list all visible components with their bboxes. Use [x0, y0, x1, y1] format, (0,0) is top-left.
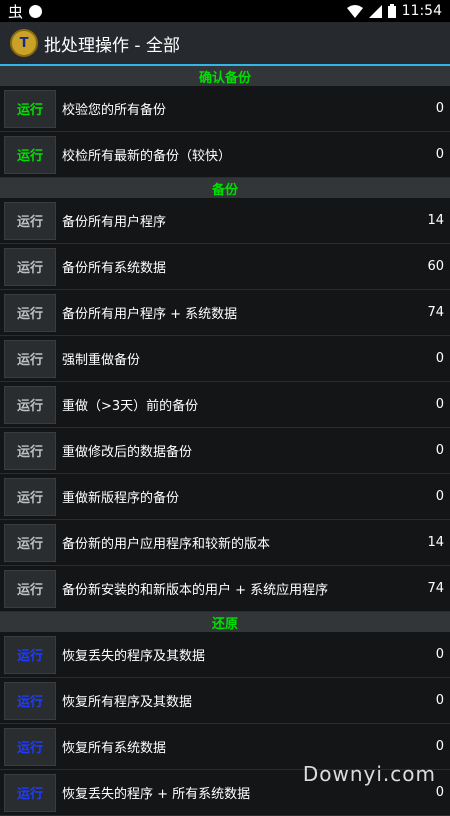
batch-row-count: 74 — [427, 581, 444, 596]
run-button[interactable]: 运行 — [4, 523, 56, 562]
batch-row-count: 0 — [435, 147, 444, 162]
batch-row-count: 0 — [435, 101, 444, 116]
run-button[interactable]: 运行 — [4, 431, 56, 470]
batch-row-count: 14 — [427, 213, 444, 228]
batch-row-label: 重做修改后的数据备份 — [62, 445, 193, 460]
wifi-icon — [346, 4, 363, 18]
run-button[interactable]: 运行 — [4, 89, 56, 128]
run-button[interactable]: 运行 — [4, 293, 56, 332]
batch-row[interactable]: 运行 校检所有最新的备份（较快） 0 — [0, 132, 450, 178]
batch-list: 确认备份 运行 校验您的所有备份 0 运行 校检所有最新的备份（较快） 0 备份 运行 备份所有用… — [0, 66, 450, 816]
run-button[interactable]: 运行 — [4, 201, 56, 240]
status-right: 11:54 — [346, 3, 442, 19]
status-time: 11:54 — [401, 3, 442, 19]
batch-row-count: 0 — [435, 443, 444, 458]
battery-icon — [387, 4, 396, 18]
batch-row-label: 重做新版程序的备份 — [62, 491, 180, 506]
run-button[interactable]: 运行 — [4, 477, 56, 516]
batch-row[interactable]: 运行 重做（>3天）前的备份 0 — [0, 382, 450, 428]
batch-row[interactable]: 运行 备份所有系统数据 60 — [0, 244, 450, 290]
section-header: 确认备份 — [0, 66, 450, 86]
batch-row-count: 14 — [427, 535, 444, 550]
batch-row-count: 0 — [435, 397, 444, 412]
batch-row[interactable]: 运行 恢复所有程序及其数据 0 — [0, 678, 450, 724]
batch-row-count: 0 — [435, 785, 444, 800]
batch-row[interactable]: 运行 恢复丢失的程序及其数据 0 — [0, 632, 450, 678]
batch-row-label: 备份所有用户程序 + 系统数据 — [62, 307, 238, 322]
batch-row-label: 恢复所有程序及其数据 — [62, 695, 193, 710]
batch-row-label: 校验您的所有备份 — [62, 103, 167, 118]
run-button[interactable]: 运行 — [4, 385, 56, 424]
section-header: 备份 — [0, 178, 450, 198]
run-button[interactable]: 运行 — [4, 247, 56, 286]
batch-row[interactable]: 运行 校验您的所有备份 0 — [0, 86, 450, 132]
run-button[interactable]: 运行 — [4, 773, 56, 812]
batch-row-count: 0 — [435, 647, 444, 662]
section-header: 还原 — [0, 612, 450, 632]
batch-row[interactable]: 运行 备份新安装的和新版本的用户 + 系统应用程序 74 — [0, 566, 450, 612]
status-left: 虫 — [8, 1, 43, 22]
batch-row-count: 74 — [427, 305, 444, 320]
bug-icon: 虫 — [8, 2, 24, 21]
batch-row-count: 0 — [435, 489, 444, 504]
batch-row-count: 60 — [427, 259, 444, 274]
run-button[interactable]: 运行 — [4, 727, 56, 766]
batch-row[interactable]: 运行 重做修改后的数据备份 0 — [0, 428, 450, 474]
batch-row[interactable]: 运行 备份新的用户应用程序和较新的版本 14 — [0, 520, 450, 566]
batch-row-count: 0 — [435, 351, 444, 366]
run-button[interactable]: 运行 — [4, 339, 56, 378]
batch-row-label: 备份所有用户程序 — [62, 215, 167, 230]
watermark: Downyi.com — [302, 762, 436, 786]
app-bar: T 批处理操作 - 全部 — [0, 22, 450, 66]
signal-icon — [368, 4, 382, 18]
run-button[interactable]: 运行 — [4, 135, 56, 174]
circle-icon — [29, 4, 43, 18]
batch-row[interactable]: 运行 强制重做备份 0 — [0, 336, 450, 382]
run-button[interactable]: 运行 — [4, 635, 56, 674]
batch-row[interactable]: 运行 备份所有用户程序 + 系统数据 74 — [0, 290, 450, 336]
batch-row-label: 备份新的用户应用程序和较新的版本 — [62, 537, 271, 552]
batch-row-label: 校检所有最新的备份（较快） — [62, 149, 232, 164]
status-bar: 虫 11:54 — [0, 0, 450, 22]
run-button[interactable]: 运行 — [4, 681, 56, 720]
batch-row-count: 0 — [435, 693, 444, 708]
batch-row-label: 强制重做备份 — [62, 353, 141, 368]
page-title: 批处理操作 - 全部 — [44, 35, 180, 56]
batch-row[interactable]: 运行 重做新版程序的备份 0 — [0, 474, 450, 520]
run-button[interactable]: 运行 — [4, 569, 56, 608]
app-logo-icon[interactable]: T — [10, 29, 38, 57]
batch-row-label: 备份新安装的和新版本的用户 + 系统应用程序 — [62, 583, 329, 598]
batch-row-label: 备份所有系统数据 — [62, 261, 167, 276]
batch-row[interactable]: 运行 备份所有用户程序 14 — [0, 198, 450, 244]
batch-row-count: 0 — [435, 739, 444, 754]
batch-row-label: 恢复所有系统数据 — [62, 741, 167, 756]
batch-row-label: 重做（>3天）前的备份 — [62, 399, 199, 414]
batch-row-label: 恢复丢失的程序及其数据 — [62, 649, 206, 664]
